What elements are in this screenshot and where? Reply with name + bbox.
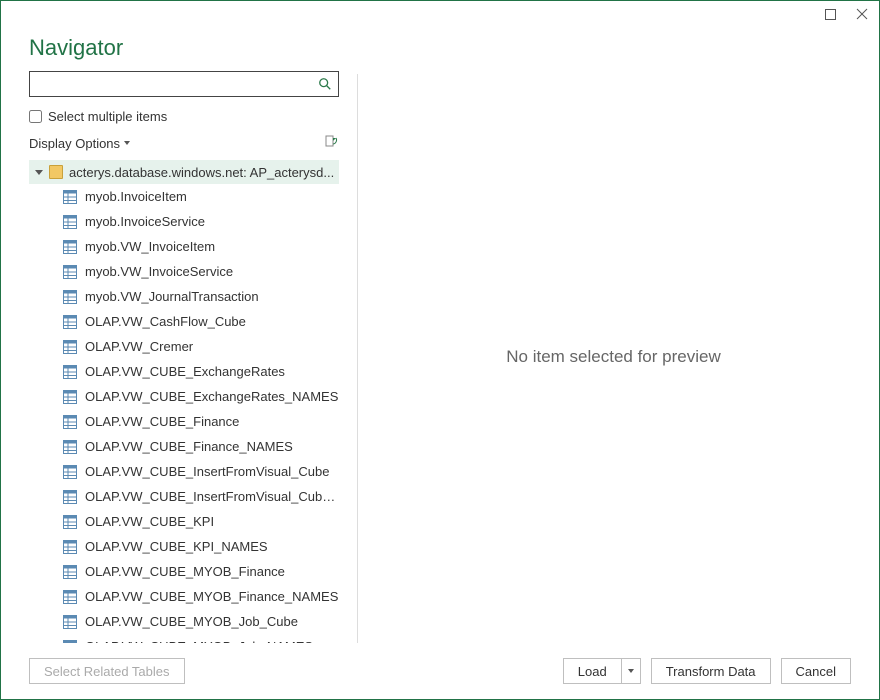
close-icon [856,8,868,20]
load-button[interactable]: Load [563,658,621,684]
search-box[interactable] [29,71,339,97]
table-icon [63,615,77,629]
table-icon [63,465,77,479]
select-related-tables-button[interactable]: Select Related Tables [29,658,185,684]
tree-item[interactable]: myob.VW_JournalTransaction [29,284,339,309]
maximize-icon [825,9,836,20]
table-icon [63,315,77,329]
left-panel: Select multiple items Display Options [29,71,339,643]
tree-item[interactable]: OLAP.VW_CUBE_KPI_NAMES [29,534,339,559]
navigator-window: Navigator Select multiple items Display … [0,0,880,700]
transform-data-button[interactable]: Transform Data [651,658,771,684]
tree-item-label: myob.VW_InvoiceItem [85,239,215,254]
preview-message: No item selected for preview [506,347,720,367]
tree-item-label: myob.VW_JournalTransaction [85,289,259,304]
load-dropdown-button[interactable] [621,658,641,684]
table-icon [63,640,77,644]
tree-item-label: OLAP.VW_Cremer [85,339,193,354]
table-icon [63,365,77,379]
table-icon [63,515,77,529]
tree-item[interactable]: OLAP.VW_CUBE_MYOB_Finance [29,559,339,584]
tree-item[interactable]: OLAP.VW_CashFlow_Cube [29,309,339,334]
table-icon [63,590,77,604]
tree-item-label: OLAP.VW_CUBE_MYOB_Job_NAMES [85,639,313,643]
tree-item[interactable]: myob.InvoiceItem [29,184,339,209]
tree-item[interactable]: myob.InvoiceService [29,209,339,234]
options-row: Display Options [29,132,339,154]
table-icon [63,565,77,579]
tree-item[interactable]: OLAP.VW_Cremer [29,334,339,359]
tree-item-label: OLAP.VW_CUBE_InsertFromVisual_Cube_... [85,489,339,504]
tree-item[interactable]: OLAP.VW_CUBE_Finance [29,409,339,434]
tree-item-label: myob.InvoiceService [85,214,205,229]
chevron-down-icon [124,141,130,145]
table-icon [63,540,77,554]
tree-scroll[interactable]: acterys.database.windows.net: AP_acterys… [29,160,339,643]
table-icon [63,290,77,304]
tree-root-node[interactable]: acterys.database.windows.net: AP_acterys… [29,160,339,184]
table-icon [63,215,77,229]
table-icon [63,340,77,354]
search-icon [318,77,332,91]
tree-item-label: OLAP.VW_CUBE_ExchangeRates_NAMES [85,389,338,404]
tree-item-label: OLAP.VW_CUBE_MYOB_Job_Cube [85,614,298,629]
tree-item-label: OLAP.VW_CUBE_MYOB_Finance [85,564,285,579]
tree-item-label: OLAP.VW_CUBE_Finance [85,414,239,429]
table-icon [63,415,77,429]
table-icon [63,265,77,279]
tree-item-label: myob.InvoiceItem [85,189,187,204]
table-icon [63,490,77,504]
footer: Select Related Tables Load Transform Dat… [1,643,879,699]
tree-item[interactable]: OLAP.VW_CUBE_Finance_NAMES [29,434,339,459]
maximize-button[interactable] [823,7,837,21]
refresh-icon [323,135,339,151]
tree-item[interactable]: OLAP.VW_CUBE_MYOB_Job_Cube [29,609,339,634]
tree-item-label: OLAP.VW_CUBE_KPI_NAMES [85,539,268,554]
refresh-button[interactable] [323,135,339,151]
display-options-label: Display Options [29,136,120,151]
tree-view: acterys.database.windows.net: AP_acterys… [29,160,339,643]
tree-item[interactable]: OLAP.VW_CUBE_KPI [29,509,339,534]
tree-item-label: OLAP.VW_CashFlow_Cube [85,314,246,329]
tree-item-label: OLAP.VW_CUBE_KPI [85,514,214,529]
tree-item-label: myob.VW_InvoiceService [85,264,233,279]
table-icon [63,390,77,404]
tree-item-label: OLAP.VW_CUBE_MYOB_Finance_NAMES [85,589,338,604]
tree-item[interactable]: OLAP.VW_CUBE_ExchangeRates [29,359,339,384]
tree-item[interactable]: OLAP.VW_CUBE_MYOB_Finance_NAMES [29,584,339,609]
table-icon [63,240,77,254]
tree-item[interactable]: OLAP.VW_CUBE_InsertFromVisual_Cube [29,459,339,484]
table-icon [63,190,77,204]
vertical-divider [357,74,358,643]
tree-item[interactable]: OLAP.VW_CUBE_MYOB_Job_NAMES [29,634,339,643]
search-input[interactable] [36,77,318,92]
titlebar [1,1,879,31]
preview-panel: No item selected for preview [376,71,851,643]
select-multiple-label: Select multiple items [48,109,167,124]
body: Select multiple items Display Options [1,71,879,643]
tree-item-label: OLAP.VW_CUBE_Finance_NAMES [85,439,293,454]
chevron-down-icon [628,669,634,673]
select-multiple-row[interactable]: Select multiple items [29,109,339,124]
tree-item[interactable]: myob.VW_InvoiceItem [29,234,339,259]
select-multiple-checkbox[interactable] [29,110,42,123]
page-title: Navigator [29,35,851,61]
tree-items-container: myob.InvoiceItem myob.InvoiceService myob.… [29,184,339,643]
close-button[interactable] [855,7,869,21]
tree-item-label: OLAP.VW_CUBE_InsertFromVisual_Cube [85,464,329,479]
collapse-icon [35,170,43,175]
tree-item-label: OLAP.VW_CUBE_ExchangeRates [85,364,285,379]
table-icon [63,440,77,454]
tree-item[interactable]: OLAP.VW_CUBE_ExchangeRates_NAMES [29,384,339,409]
header: Navigator [1,31,879,71]
tree-root-label: acterys.database.windows.net: AP_acterys… [69,165,339,180]
tree-item[interactable]: myob.VW_InvoiceService [29,259,339,284]
tree-item[interactable]: OLAP.VW_CUBE_InsertFromVisual_Cube_... [29,484,339,509]
display-options-dropdown[interactable]: Display Options [29,136,130,151]
database-icon [49,165,63,179]
load-split-button: Load [563,658,641,684]
cancel-button[interactable]: Cancel [781,658,851,684]
